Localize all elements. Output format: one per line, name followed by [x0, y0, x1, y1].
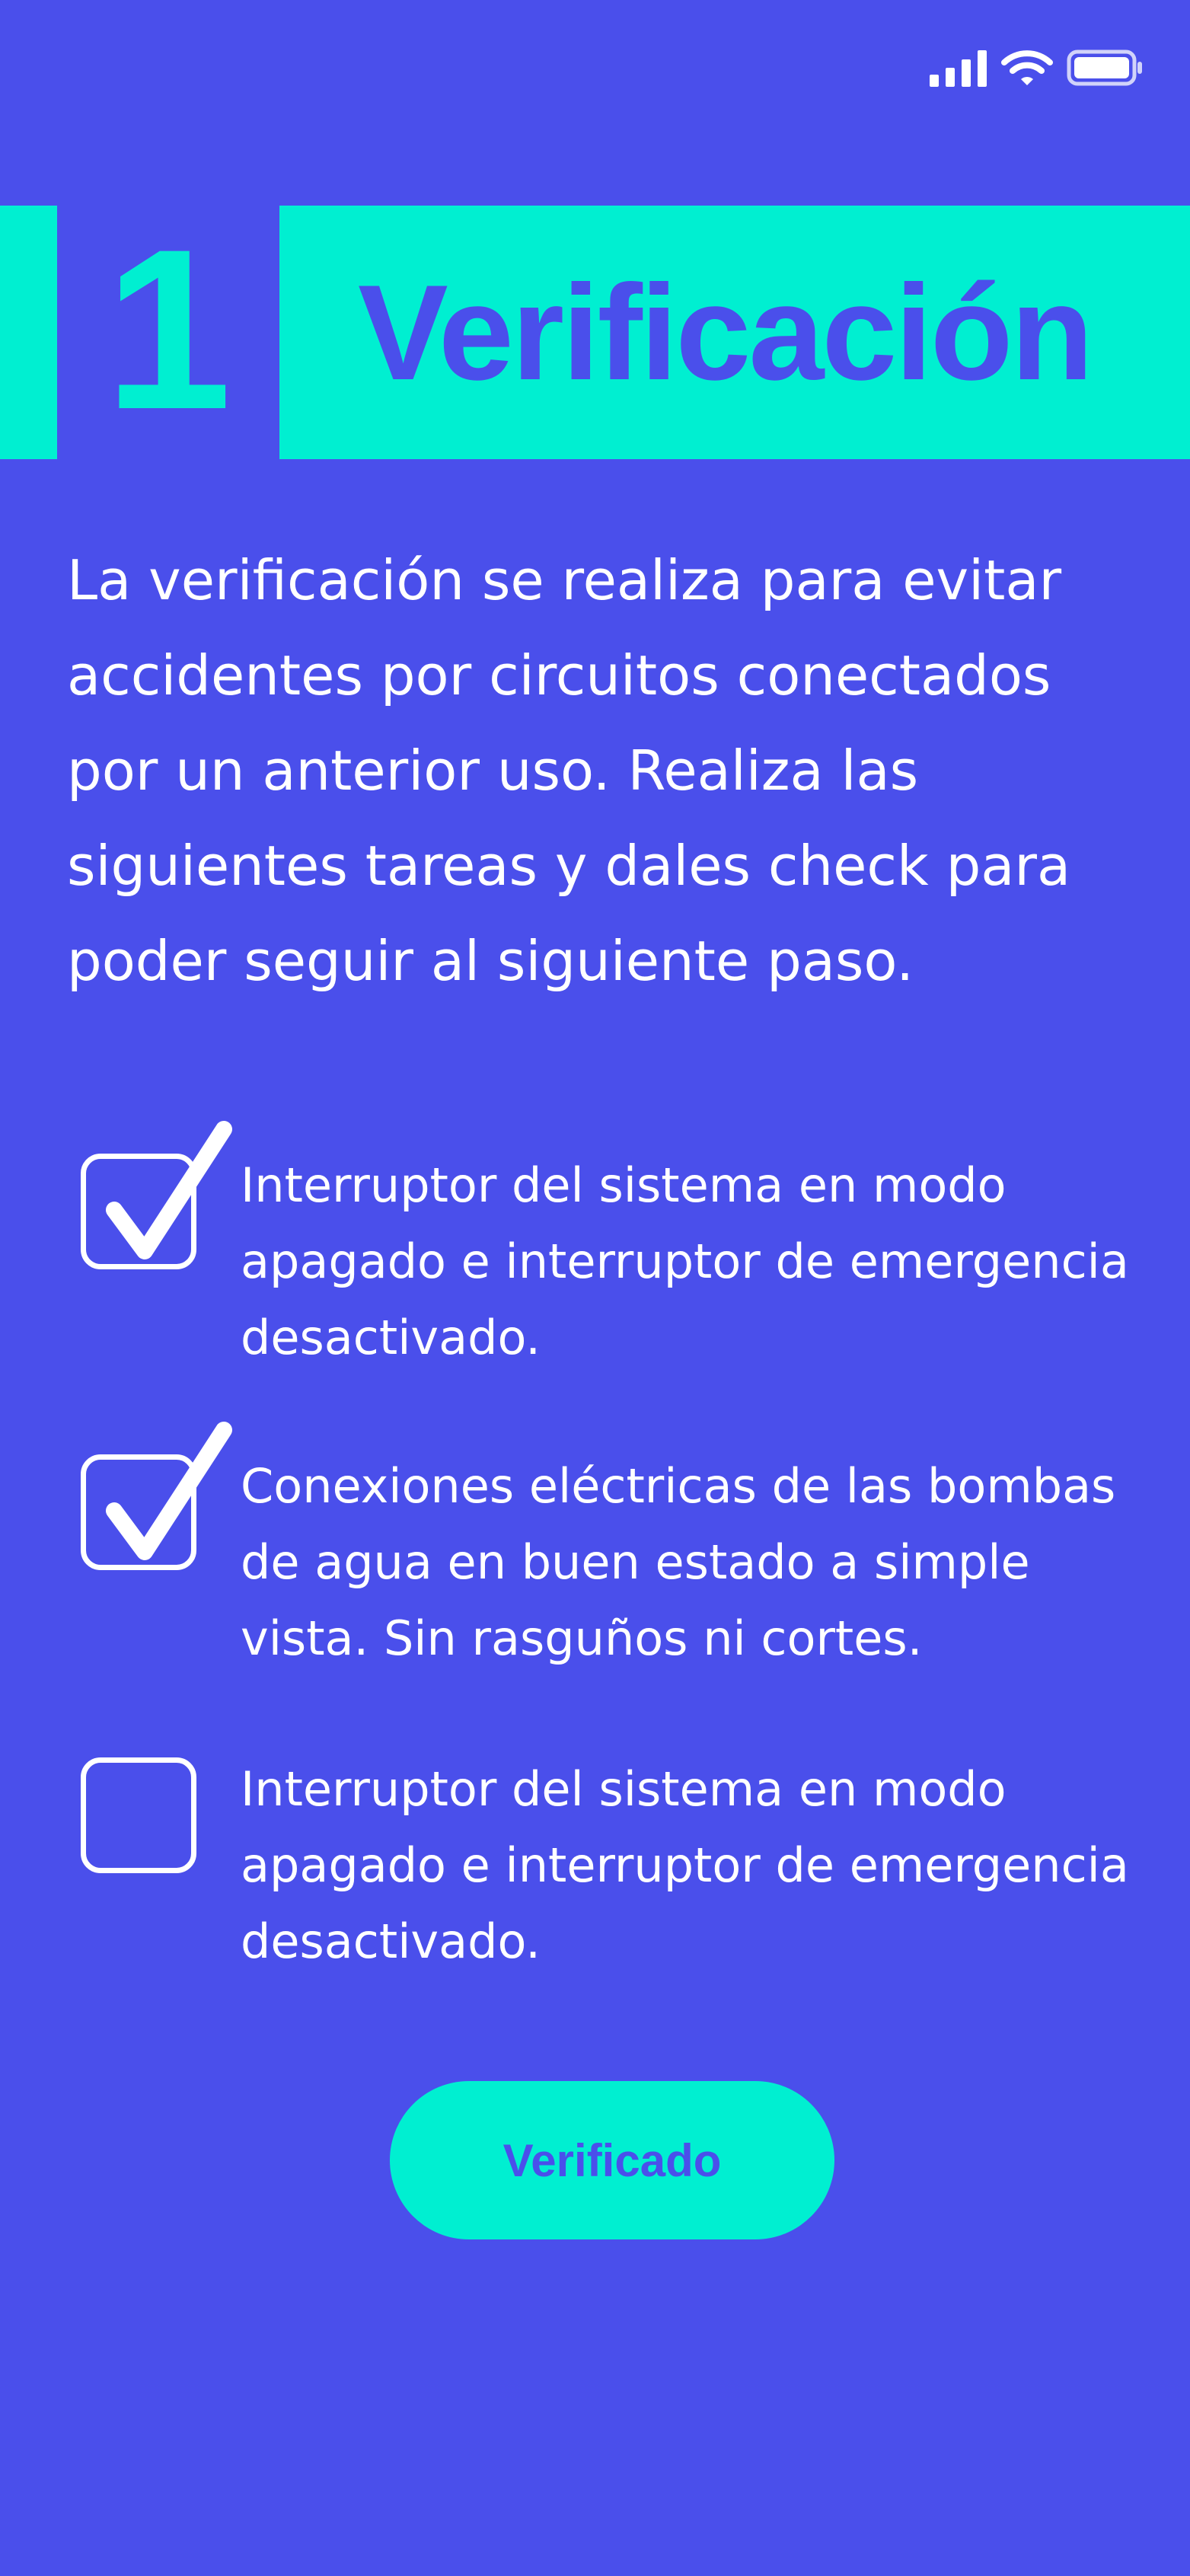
- checkbox[interactable]: [81, 1757, 196, 1873]
- step-number: 1: [104, 200, 232, 457]
- checklist-item-label: Conexiones eléctricas de las bombas de a…: [241, 1458, 1116, 1666]
- page-title: Verificación: [358, 257, 1093, 408]
- header-accent-bar: [0, 206, 57, 459]
- battery-icon: [1067, 49, 1143, 87]
- checklist-item-label: Interruptor del sistema en modo apagado …: [241, 1157, 1129, 1365]
- checkmark-icon: [106, 1422, 232, 1560]
- status-bar: [930, 49, 1143, 87]
- checkmark-icon: [106, 1121, 232, 1259]
- checklist-item-label: Interruptor del sistema en modo apagado …: [241, 1761, 1129, 1969]
- signal-icon: [930, 49, 987, 87]
- verify-button[interactable]: Verificado: [390, 2081, 834, 2239]
- wifi-icon: [1001, 49, 1053, 87]
- intro-text: La verificación se realiza para evitar a…: [67, 548, 1071, 993]
- header-band: 1 Verificación: [0, 206, 1190, 459]
